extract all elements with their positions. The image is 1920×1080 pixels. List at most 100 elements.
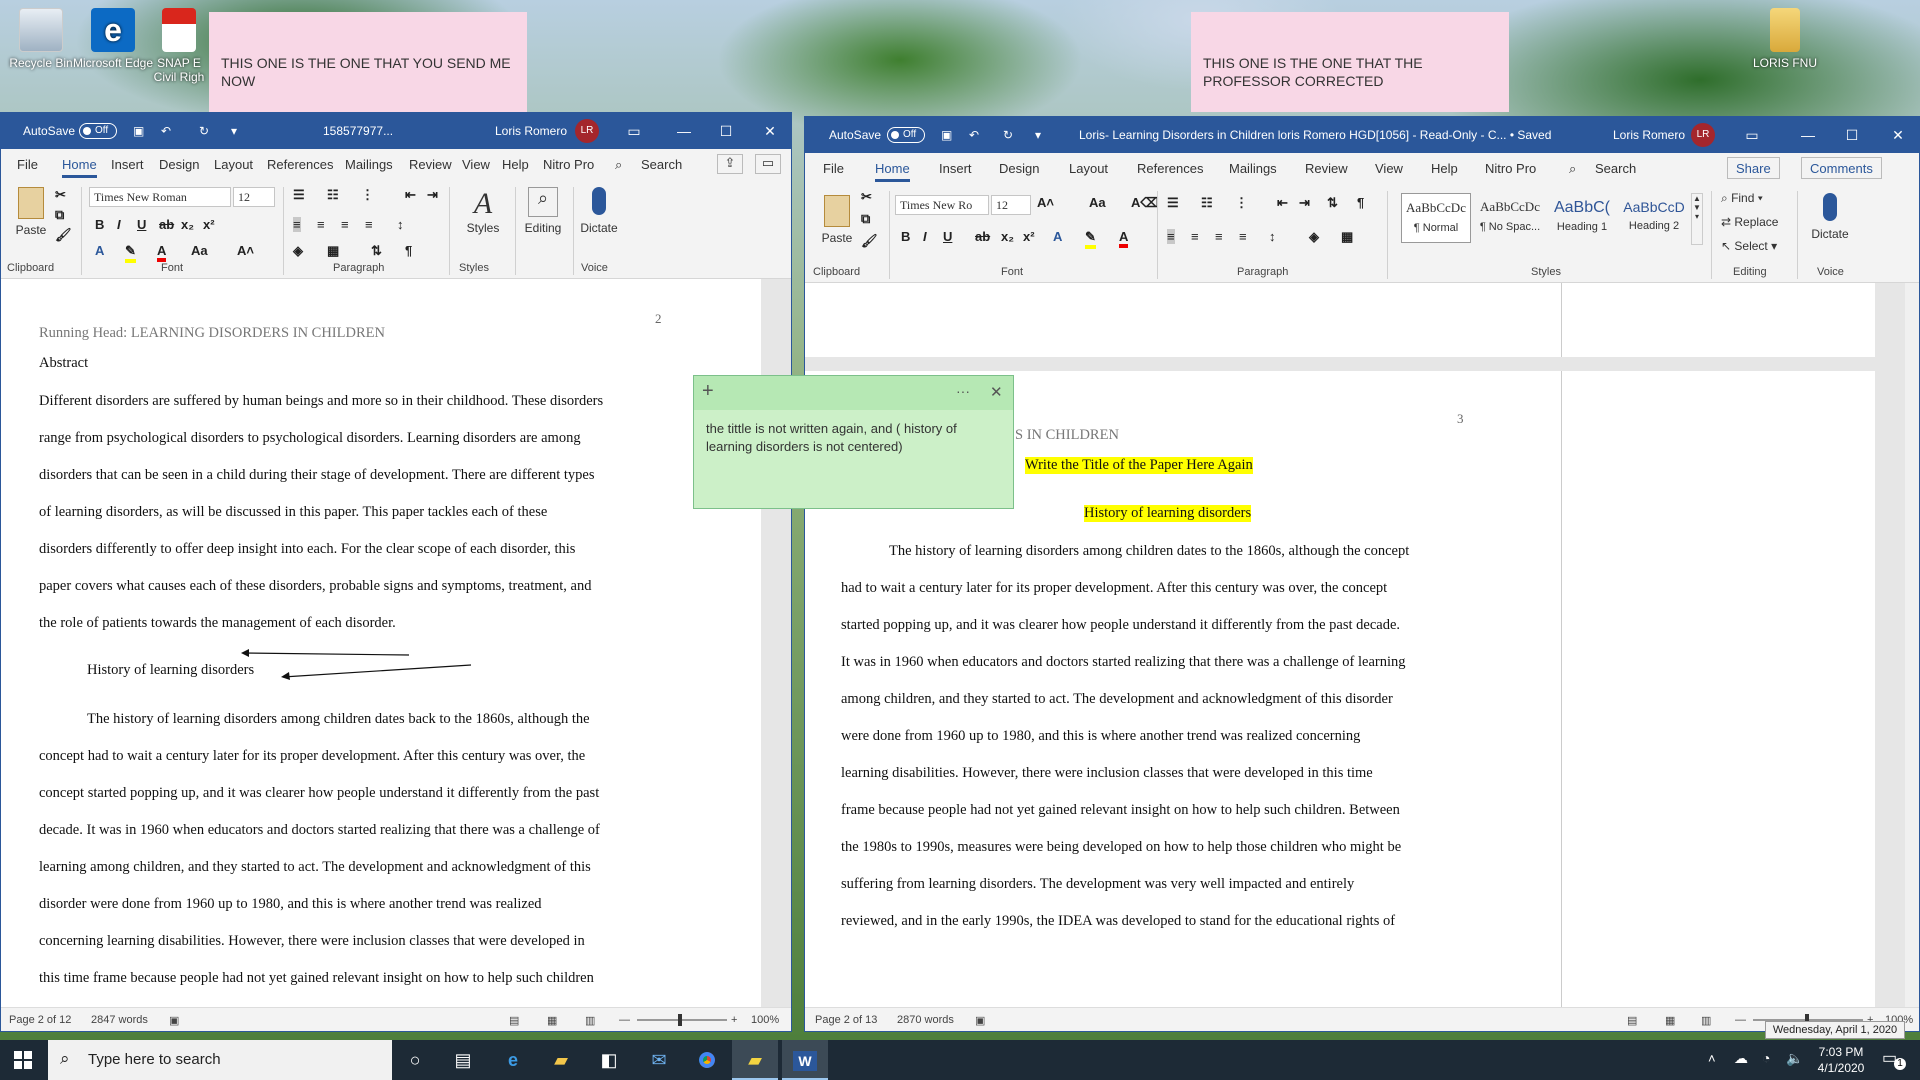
font-size-field[interactable]: 12 xyxy=(233,187,275,207)
zoom-in-button[interactable]: + xyxy=(731,1014,737,1026)
tab-references[interactable]: References xyxy=(1137,161,1203,176)
autosave-toggle[interactable]: Off xyxy=(79,123,117,139)
grow-font-icon[interactable]: A˄ xyxy=(1037,195,1054,210)
redo-icon[interactable]: ↻ xyxy=(199,124,209,138)
tab-home[interactable]: Home xyxy=(875,161,910,182)
style-heading-2[interactable]: AaBbCcD Heading 2 xyxy=(1619,193,1689,243)
style-heading-1[interactable]: AaBbC( Heading 1 xyxy=(1547,193,1617,243)
superscript-button[interactable]: x² xyxy=(203,217,215,232)
comments-button[interactable]: Comments xyxy=(1801,157,1882,179)
minimize-button[interactable]: — xyxy=(671,119,697,143)
show-hidden-icons[interactable]: ˄ xyxy=(1708,1051,1716,1066)
user-name[interactable]: Loris Romero xyxy=(1613,128,1685,142)
tab-review[interactable]: Review xyxy=(1305,161,1348,176)
align-left-icon[interactable]: ≡ xyxy=(1167,229,1175,244)
ribbon-display-icon[interactable]: ▭ xyxy=(1739,123,1765,147)
styles-button[interactable]: A Styles xyxy=(457,187,509,235)
borders-icon[interactable]: ▦ xyxy=(327,243,339,259)
show-marks-icon[interactable]: ¶ xyxy=(405,243,412,258)
customize-icon[interactable]: ▾ xyxy=(231,124,237,138)
close-button[interactable]: ✕ xyxy=(757,119,783,143)
copy-icon[interactable]: ⧉ xyxy=(55,207,64,223)
search-icon[interactable]: ⌕ xyxy=(615,157,622,173)
word-taskbar-icon[interactable]: W xyxy=(782,1040,828,1080)
copy-icon[interactable]: ⧉ xyxy=(861,211,870,227)
tab-nitro-pro[interactable]: Nitro Pro xyxy=(543,157,594,172)
select-button[interactable]: ↖ Select ▾ xyxy=(1721,239,1777,253)
taskbar-search-box[interactable]: ⌕ Type here to search xyxy=(48,1040,392,1080)
tab-insert[interactable]: Insert xyxy=(111,157,144,172)
web-layout-icon[interactable]: ▥ xyxy=(1701,1014,1711,1027)
borders-icon[interactable]: ▦ xyxy=(1341,229,1353,245)
tab-help[interactable]: Help xyxy=(502,157,529,172)
paste-button[interactable]: Paste xyxy=(817,195,857,245)
zoom-out-button[interactable]: — xyxy=(1735,1014,1746,1026)
font-color-icon[interactable]: A xyxy=(1119,229,1129,248)
web-layout-icon[interactable]: ▥ xyxy=(585,1014,595,1027)
find-button[interactable]: ⌕ Find ▾ xyxy=(1721,191,1763,206)
underline-button[interactable]: U xyxy=(137,217,146,232)
tab-review[interactable]: Review xyxy=(409,157,452,172)
font-color-icon[interactable]: A xyxy=(157,243,167,262)
align-left-icon[interactable]: ≡ xyxy=(293,217,301,232)
grow-font-icon[interactable]: A˄ xyxy=(237,243,254,258)
more-options-icon[interactable]: ··· xyxy=(956,383,970,399)
store-icon[interactable]: ◧ xyxy=(586,1040,632,1080)
clock[interactable]: 7:03 PM 4/1/2020 xyxy=(1810,1044,1872,1076)
sticky-notes-taskbar-icon[interactable]: ▰ xyxy=(732,1040,778,1080)
align-center-icon[interactable]: ≡ xyxy=(317,217,325,232)
style-no-spacing[interactable]: AaBbCcDc ¶ No Spac... xyxy=(1475,193,1545,243)
sticky-note-right[interactable]: THIS ONE IS THE ONE THAT THE PROFESSOR C… xyxy=(1191,12,1509,112)
avatar[interactable]: LR xyxy=(1691,123,1715,147)
italic-button[interactable]: I xyxy=(117,217,121,232)
start-button[interactable] xyxy=(0,1040,46,1080)
shading-icon[interactable]: ◈ xyxy=(1309,229,1319,245)
tab-file[interactable]: File xyxy=(17,157,38,172)
align-right-icon[interactable]: ≡ xyxy=(1215,229,1223,244)
multilevel-list-icon[interactable]: ⋮ xyxy=(361,187,374,203)
maximize-button[interactable]: ☐ xyxy=(1839,123,1865,147)
onedrive-icon[interactable]: ☁ xyxy=(1734,1050,1748,1067)
user-name[interactable]: Loris Romero xyxy=(495,124,567,138)
replace-button[interactable]: ⇄ Replace xyxy=(1721,215,1778,229)
desktop-icon-pdf[interactable]: SNAP E Civil Righ xyxy=(146,8,212,84)
font-size-field[interactable]: 12 xyxy=(991,195,1031,215)
bullets-icon[interactable]: ☰ xyxy=(1167,195,1179,211)
subscript-button[interactable]: x₂ xyxy=(1001,229,1014,244)
justify-icon[interactable]: ≡ xyxy=(1239,229,1247,244)
print-layout-icon[interactable]: ▦ xyxy=(1665,1014,1675,1027)
customize-icon[interactable]: ▾ xyxy=(1035,128,1041,142)
bold-button[interactable]: B xyxy=(95,217,104,232)
close-button[interactable]: ✕ xyxy=(1885,123,1911,147)
align-center-icon[interactable]: ≡ xyxy=(1191,229,1199,244)
volume-icon[interactable]: 🔈 xyxy=(1786,1050,1803,1067)
cortana-icon[interactable]: ○ xyxy=(392,1040,438,1080)
shading-icon[interactable]: ◈ xyxy=(293,243,303,259)
tab-references[interactable]: References xyxy=(267,157,333,172)
bullets-icon[interactable]: ☰ xyxy=(293,187,305,203)
tab-mailings[interactable]: Mailings xyxy=(1229,161,1277,176)
increase-indent-icon[interactable]: ⇥ xyxy=(1299,195,1310,211)
save-icon[interactable]: ▣ xyxy=(133,124,144,138)
proofing-icon[interactable]: ▣ xyxy=(975,1014,985,1027)
decrease-indent-icon[interactable]: ⇤ xyxy=(405,187,416,203)
clear-formatting-icon[interactable]: A⌫ xyxy=(1131,195,1159,211)
page-count[interactable]: Page 2 of 12 xyxy=(9,1014,71,1026)
change-case-icon[interactable]: Aa xyxy=(1089,195,1106,210)
avatar[interactable]: LR xyxy=(575,119,599,143)
tab-insert[interactable]: Insert xyxy=(939,161,972,176)
superscript-button[interactable]: x² xyxy=(1023,229,1035,244)
minimize-button[interactable]: — xyxy=(1795,123,1821,147)
text-effects-icon[interactable]: A xyxy=(95,243,104,258)
tab-design[interactable]: Design xyxy=(159,157,199,172)
search-box[interactable]: Search xyxy=(1595,161,1636,176)
desktop-icon-folder[interactable]: LORIS FNU xyxy=(1744,8,1826,70)
tab-design[interactable]: Design xyxy=(999,161,1039,176)
text-effects-icon[interactable]: A xyxy=(1053,229,1062,244)
tab-home[interactable]: Home xyxy=(62,157,97,178)
task-view-icon[interactable]: ▤ xyxy=(440,1040,486,1080)
edge-taskbar-icon[interactable]: e xyxy=(490,1040,536,1080)
desktop-icon-recycle-bin[interactable]: Recycle Bin xyxy=(0,8,82,70)
tab-layout[interactable]: Layout xyxy=(214,157,253,172)
zoom-slider[interactable] xyxy=(637,1019,727,1021)
